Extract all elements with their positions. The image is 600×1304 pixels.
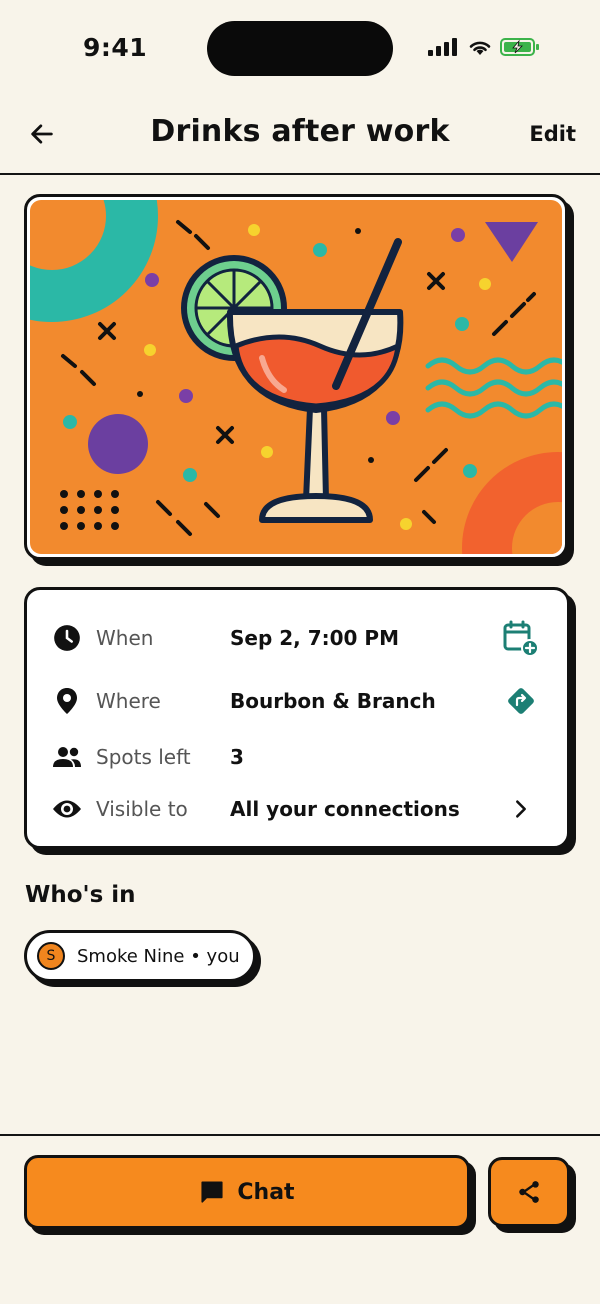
- wifi-icon: [469, 41, 491, 55]
- status-time: 9:41: [83, 33, 148, 62]
- avatar: S: [37, 942, 65, 970]
- whos-in-title: Who's in: [25, 882, 136, 908]
- eye-icon: [51, 793, 83, 825]
- chat-label: Chat: [237, 1179, 295, 1205]
- clock-icon: [51, 622, 83, 654]
- page-title: Drinks after work: [150, 114, 450, 149]
- share-icon: [519, 1181, 539, 1203]
- detail-row-when: When Sep 2, 7:00 PM: [27, 618, 567, 658]
- battery-charging-icon: [500, 38, 539, 56]
- detail-label: Where: [96, 689, 161, 713]
- directions-button[interactable]: [501, 681, 541, 721]
- dynamic-island: [207, 21, 393, 76]
- chat-button[interactable]: Chat: [24, 1155, 470, 1229]
- attendee-name: Smoke Nine • you: [77, 945, 240, 967]
- cocktail-illustration: [30, 200, 562, 554]
- detail-value: Sep 2, 7:00 PM: [230, 626, 399, 650]
- edit-button[interactable]: Edit: [529, 122, 576, 146]
- header-divider: [0, 173, 600, 175]
- people-icon: [51, 741, 83, 773]
- status-icons: [428, 37, 540, 57]
- signal-icon: [428, 38, 457, 56]
- add-to-calendar-button[interactable]: [501, 618, 541, 658]
- detail-value: Bourbon & Branch: [230, 689, 436, 713]
- detail-value: 3: [230, 745, 244, 769]
- header: Drinks after work Edit: [0, 96, 600, 174]
- detail-row-visibility[interactable]: Visible to All your connections: [27, 789, 567, 829]
- detail-row-spots: Spots left 3: [27, 737, 567, 777]
- event-details-card: When Sep 2, 7:00 PM Where Bourbon & Bran…: [24, 587, 570, 849]
- share-button[interactable]: [488, 1157, 570, 1227]
- directions-icon: [508, 688, 534, 714]
- detail-label: When: [96, 626, 154, 650]
- calendar-add-icon: [503, 620, 539, 657]
- attendee-chip[interactable]: S Smoke Nine • you: [24, 930, 256, 982]
- detail-label: Visible to: [96, 797, 188, 821]
- chat-bubble-icon: [201, 1181, 223, 1203]
- visibility-chevron-button[interactable]: [501, 789, 541, 829]
- detail-label: Spots left: [96, 745, 191, 769]
- footer-divider: [0, 1134, 600, 1136]
- chevron-right-icon: [516, 800, 526, 818]
- detail-row-where: Where Bourbon & Branch: [27, 681, 567, 721]
- location-pin-icon: [51, 685, 83, 717]
- status-bar: 9:41: [0, 0, 600, 96]
- hero-image-card: [24, 194, 568, 560]
- detail-value: All your connections: [230, 797, 460, 821]
